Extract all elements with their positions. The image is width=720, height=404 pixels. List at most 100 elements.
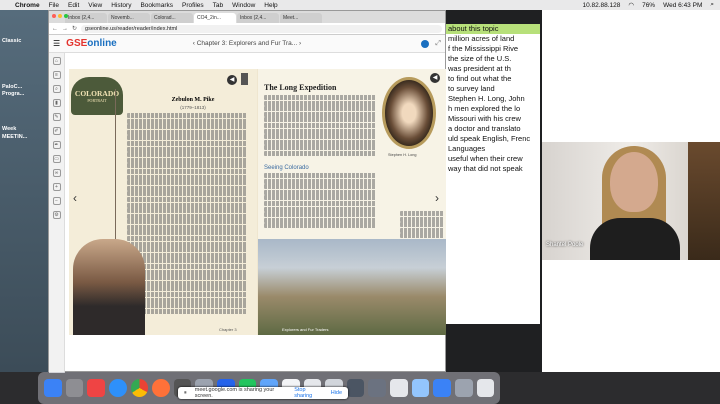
desktop-item-label[interactable]: Week <box>2 126 46 133</box>
audio-icon[interactable]: ◀ <box>227 75 237 85</box>
doc-line: Stephen H. Long, John <box>448 94 525 103</box>
status-area: 10.82.88.128 ◠ 76% Wed 6:43 PM ⌕ <box>582 1 714 9</box>
firefox-icon[interactable] <box>152 379 170 397</box>
app-icon[interactable] <box>346 379 365 397</box>
tab-inbox-2[interactable]: Inbox (2,4... <box>237 13 279 23</box>
search-icon[interactable]: ⌕ <box>710 1 714 9</box>
system-preferences-icon[interactable] <box>65 379 84 397</box>
doc-line: Languages <box>448 144 486 153</box>
close-window-icon[interactable] <box>52 14 56 18</box>
menu-history[interactable]: History <box>111 2 131 9</box>
chapter-title: Chapter 3: Explorers and Fur Tra... <box>196 40 298 47</box>
doc-line: Missouri with his crew <box>448 114 521 123</box>
doc-line: to find out what the <box>448 74 512 83</box>
long-portrait <box>382 77 436 149</box>
menu-view[interactable]: View <box>88 2 102 9</box>
book-spread: COLORADO PORTRAIT Zebulon M. Pike (1779–1… <box>69 69 447 335</box>
search-tool-icon[interactable]: ⌕ <box>52 85 61 93</box>
screen-share-bar: ⏸ meet.google.com is sharing your screen… <box>178 387 348 399</box>
finder-icon[interactable] <box>44 379 62 397</box>
audio-icon-right[interactable]: ◀ <box>430 73 440 83</box>
url-field[interactable]: gseonline.us/reader/reader/index.html <box>81 24 442 33</box>
expedition-title: The Long Expedition <box>264 83 337 92</box>
right-page: The Long Expedition Seeing Colorado Step… <box>258 69 447 335</box>
menu-help[interactable]: Help <box>264 2 277 9</box>
shared-document: about this topic million acres of land f… <box>446 24 540 324</box>
forward-icon[interactable]: → <box>62 26 68 32</box>
doc-line: a doctor and translato <box>448 124 521 133</box>
doc-line: f the Mississippi Rive <box>448 44 519 53</box>
seeing-colorado-heading: Seeing Colorado <box>264 165 309 171</box>
menu-edit[interactable]: Edit <box>68 2 79 9</box>
menu-icon[interactable]: ☰ <box>53 39 60 48</box>
zoom-out-icon[interactable]: − <box>52 197 61 205</box>
doc-line: uld speak English, Frenc <box>448 134 531 143</box>
home-icon[interactable]: ⌂ <box>52 57 61 65</box>
tab-november[interactable]: Novemb... <box>108 13 150 23</box>
back-icon[interactable]: ← <box>52 26 58 32</box>
desktop-item-label[interactable]: PaloC... <box>2 84 46 91</box>
app-icon[interactable] <box>454 379 473 397</box>
pike-body-text <box>127 113 247 318</box>
wifi-icon[interactable]: ◠ <box>628 1 634 9</box>
ip-address: 10.82.88.128 <box>582 1 621 9</box>
menu-bar: Chrome File Edit View History Bookmarks … <box>0 0 720 10</box>
pike-dates: (1779–1813) <box>180 105 206 110</box>
notes-icon[interactable]: ✎ <box>52 113 61 121</box>
toc-icon[interactable]: ≡ <box>52 71 61 79</box>
doc-line: useful when their crew <box>448 154 523 163</box>
seeing-colorado-text <box>264 173 376 235</box>
bookshelf <box>688 142 720 260</box>
downloads-icon[interactable] <box>411 379 430 397</box>
trash-icon[interactable] <box>476 379 495 397</box>
battery-level[interactable]: 76% <box>642 2 655 9</box>
gse-logo[interactable]: GSEonline <box>66 38 117 49</box>
participant-shirt <box>590 218 680 260</box>
clock[interactable]: Wed 6:43 PM <box>663 2 702 9</box>
browser-window: Inbox (2,4... Novemb... Colorad... CO4_2… <box>48 10 447 373</box>
tab-inbox[interactable]: Inbox (2,4... <box>65 13 107 23</box>
desktop-item-label[interactable]: Progra... <box>2 91 46 98</box>
desktop-item-label[interactable]: Classic <box>2 38 46 45</box>
hide-button[interactable]: Hide <box>331 390 342 396</box>
folder-icon[interactable] <box>433 379 451 397</box>
pause-icon[interactable]: ⏸ <box>184 390 187 397</box>
zoom-window-icon[interactable] <box>64 14 68 18</box>
menu-window[interactable]: Window <box>232 2 255 9</box>
app-icon[interactable] <box>390 379 408 397</box>
chapter-selector[interactable]: ‹ Chapter 3: Explorers and Fur Tra... › <box>193 40 301 47</box>
photo-booth-icon[interactable] <box>87 379 105 397</box>
menu-app[interactable]: Chrome <box>15 2 40 9</box>
highlight-icon[interactable]: ✐ <box>52 127 61 135</box>
menu-bookmarks[interactable]: Bookmarks <box>140 2 173 9</box>
desktop-item-label[interactable]: MEETIN... <box>2 134 46 141</box>
doc-line: about this topic <box>446 24 540 34</box>
pen-icon[interactable]: ✒ <box>52 141 61 149</box>
doc-line: to survey land <box>448 84 495 93</box>
tab-meet[interactable]: Meet... <box>280 13 322 23</box>
settings-icon[interactable]: ⚙ <box>52 211 61 219</box>
stop-sharing-button[interactable]: Stop sharing <box>294 387 323 399</box>
tab-colorado[interactable]: Colorad... <box>151 13 193 23</box>
reload-icon[interactable]: ↻ <box>72 25 77 32</box>
expand-icon[interactable]: ⤢ <box>435 40 441 48</box>
prev-page-icon[interactable]: ‹ <box>73 191 77 205</box>
minimize-window-icon[interactable] <box>58 14 62 18</box>
chrome-icon[interactable] <box>130 379 149 397</box>
expedition-body-text <box>264 95 376 161</box>
bookmark-tool-icon[interactable]: ▮ <box>52 99 61 107</box>
safari-icon[interactable] <box>108 379 127 397</box>
menu-tab[interactable]: Tab <box>213 2 223 9</box>
menu-file[interactable]: File <box>49 2 59 9</box>
bookmark-icon[interactable] <box>241 73 248 85</box>
eraser-icon[interactable]: ▭ <box>52 155 61 163</box>
tab-co4[interactable]: CO4_2in... <box>194 13 236 23</box>
app-icon[interactable] <box>368 379 386 397</box>
link-icon[interactable]: ∞ <box>52 169 61 177</box>
reader-sidebar: ⌂ ≡ ⌕ ▮ ✎ ✐ ✒ ▭ ∞ + − ⚙ <box>49 53 65 373</box>
next-page-icon[interactable]: › <box>435 191 439 205</box>
page-footer-left: Chapter 3 <box>219 327 237 332</box>
user-icon[interactable] <box>421 39 430 48</box>
menu-profiles[interactable]: Profiles <box>182 2 204 9</box>
zoom-in-icon[interactable]: + <box>52 183 61 191</box>
